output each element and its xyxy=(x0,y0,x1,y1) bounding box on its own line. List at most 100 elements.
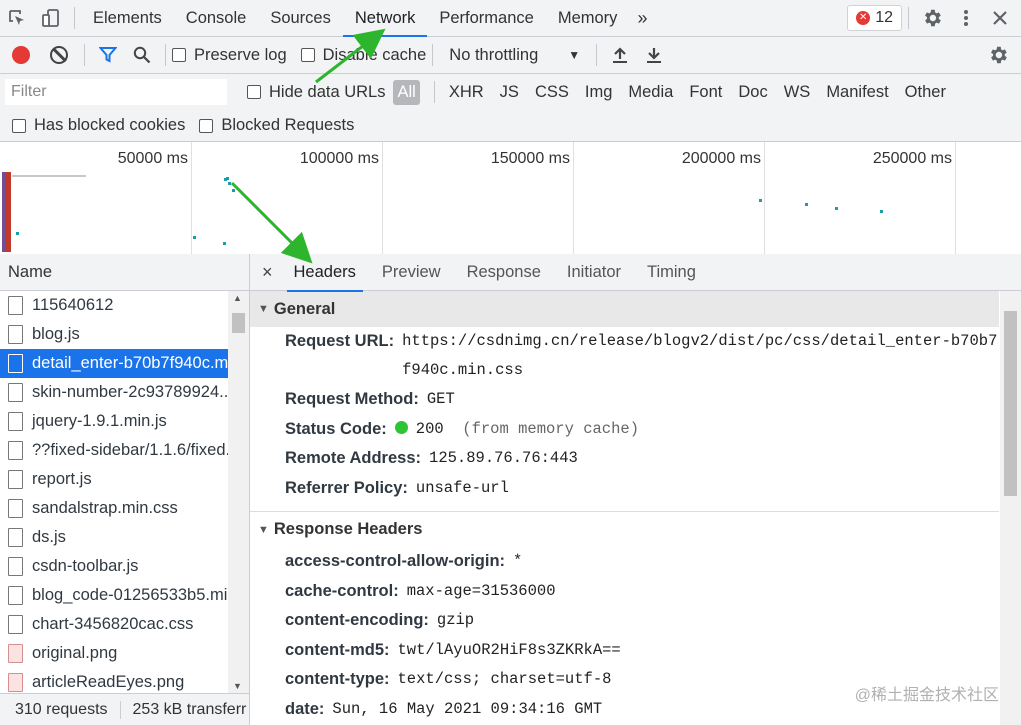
tab-sources[interactable]: Sources xyxy=(258,0,343,36)
filter-type-font[interactable]: Font xyxy=(681,83,730,102)
filter-type-img[interactable]: Img xyxy=(577,83,621,102)
detail-tab-initiator[interactable]: Initiator xyxy=(554,254,634,291)
response-headers-title: Response Headers xyxy=(273,520,423,538)
filter-type-xhr[interactable]: XHR xyxy=(441,83,492,102)
document-file-icon xyxy=(8,383,23,402)
more-tabs-button[interactable]: » xyxy=(629,8,655,29)
network-overview-timeline[interactable]: 50000 ms 100000 ms 150000 ms 200000 ms 25000… xyxy=(0,142,1021,255)
filter-type-css[interactable]: CSS xyxy=(527,83,577,102)
image-file-icon xyxy=(8,644,23,663)
name-column-header[interactable]: Name xyxy=(0,254,249,291)
response-headers-section-header[interactable]: ▼ Response Headers xyxy=(250,511,999,547)
network-settings-gear-icon[interactable] xyxy=(981,37,1015,73)
filter-type-media[interactable]: Media xyxy=(620,83,681,102)
request-row[interactable]: report.js xyxy=(0,465,229,494)
scroll-up-icon[interactable]: ▲ xyxy=(233,293,242,303)
filter-type-js[interactable]: JS xyxy=(492,83,527,102)
detail-tab-response[interactable]: Response xyxy=(454,254,554,291)
request-name: blog_code-01256533b5.mi xyxy=(32,586,228,604)
request-row[interactable]: ds.js xyxy=(0,523,229,552)
filter-type-ws[interactable]: WS xyxy=(776,83,819,102)
request-detail-pane: × Headers Preview Response Initiator Timing … xyxy=(250,254,1021,725)
detail-tab-timing[interactable]: Timing xyxy=(634,254,709,291)
scrollbar-thumb[interactable] xyxy=(1004,311,1017,496)
request-name: articleReadEyes.png xyxy=(32,673,185,691)
scroll-down-icon[interactable]: ▼ xyxy=(233,681,242,691)
close-devtools-icon[interactable] xyxy=(983,0,1017,36)
request-row[interactable]: 115640612 xyxy=(0,291,229,320)
response-header-value: Sun, 16 May 2021 09:34:16 GMT xyxy=(332,699,603,718)
request-name: csdn-toolbar.js xyxy=(32,557,139,575)
document-file-icon xyxy=(8,296,23,315)
throttling-value: No throttling xyxy=(449,45,539,64)
more-options-icon[interactable] xyxy=(949,0,983,36)
request-row[interactable]: sandalstrap.min.css xyxy=(0,494,229,523)
import-har-icon[interactable] xyxy=(603,37,637,73)
detail-tab-headers[interactable]: Headers xyxy=(281,254,369,292)
remote-address-row: Remote Address: 125.89.76.76:443 xyxy=(250,444,999,474)
request-method-row: Request Method: GET xyxy=(250,385,999,415)
remote-address-key: Remote Address: xyxy=(285,449,422,467)
device-toolbar-icon[interactable] xyxy=(34,0,68,36)
preserve-log-checkbox[interactable] xyxy=(172,48,186,62)
close-detail-icon[interactable]: × xyxy=(250,262,281,283)
filter-icon[interactable] xyxy=(91,37,125,73)
detail-tab-preview[interactable]: Preview xyxy=(369,254,454,291)
request-row[interactable]: detail_enter-b70b7f940c.m xyxy=(0,349,229,378)
request-row[interactable]: csdn-toolbar.js xyxy=(0,552,229,581)
document-file-icon xyxy=(8,412,23,431)
timeline-request-mark xyxy=(228,182,231,185)
filter-type-all[interactable]: All xyxy=(393,79,420,105)
clear-icon[interactable] xyxy=(50,46,68,64)
general-section-header[interactable]: ▼ General xyxy=(250,291,999,327)
tab-console[interactable]: Console xyxy=(174,0,259,36)
disable-cache-checkbox[interactable] xyxy=(300,48,315,62)
filter-type-other[interactable]: Other xyxy=(897,83,954,102)
request-name: ds.js xyxy=(32,528,66,546)
settings-gear-icon[interactable] xyxy=(915,0,949,36)
timeline-request-mark xyxy=(224,178,227,181)
request-row[interactable]: jquery-1.9.1.min.js xyxy=(0,407,229,436)
tab-elements[interactable]: Elements xyxy=(81,0,174,36)
request-name: chart-3456820cac.css xyxy=(32,615,194,633)
filter-input[interactable]: Filter xyxy=(5,79,227,105)
blocked-filter-bar: Has blocked cookies Blocked Requests xyxy=(0,110,1021,142)
request-row[interactable]: blog_code-01256533b5.mi xyxy=(0,581,229,610)
response-header-row: access-control-allow-origin: * xyxy=(250,547,999,577)
filter-type-doc[interactable]: Doc xyxy=(730,83,775,102)
response-header-value: twt/lAyuOR2HiF8s3ZKRkA== xyxy=(397,640,621,659)
throttling-select[interactable]: No throttling ▼ xyxy=(439,46,590,65)
search-icon[interactable] xyxy=(125,37,159,73)
blocked-requests-checkbox[interactable] xyxy=(199,118,214,133)
detail-scrollbar[interactable] xyxy=(1000,291,1021,725)
scrollbar-thumb[interactable] xyxy=(232,313,245,333)
toolbar-separator xyxy=(908,7,909,29)
request-row[interactable]: original.png xyxy=(0,639,229,668)
has-blocked-cookies-label: Has blocked cookies xyxy=(34,116,186,134)
hide-data-urls-checkbox[interactable] xyxy=(247,85,261,99)
filter-type-manifest[interactable]: Manifest xyxy=(818,83,896,102)
request-row[interactable]: ??fixed-sidebar/1.1.6/fixed. xyxy=(0,436,229,465)
has-blocked-cookies-checkbox[interactable] xyxy=(12,118,26,133)
tab-network[interactable]: Network xyxy=(342,0,428,37)
request-count: 310 requests xyxy=(0,700,121,719)
timeline-request-mark xyxy=(232,189,235,192)
timeline-tick-label: 200000 ms xyxy=(681,150,761,167)
response-header-value: max-age=31536000 xyxy=(406,581,556,600)
preserve-log-label: Preserve log xyxy=(194,45,287,64)
record-button[interactable] xyxy=(12,46,30,64)
network-toolbar: Preserve log Disable cache No throttling… xyxy=(0,37,1021,74)
request-row[interactable]: blog.js xyxy=(0,320,229,349)
request-row[interactable]: chart-3456820cac.css xyxy=(0,610,229,639)
export-har-icon[interactable] xyxy=(637,37,671,73)
timeline-request-mark xyxy=(759,199,762,202)
request-row[interactable]: skin-number-2c93789924.. xyxy=(0,378,229,407)
request-name: sandalstrap.min.css xyxy=(32,499,178,517)
error-count-badge[interactable]: ✕ 12 xyxy=(847,5,902,31)
document-file-icon xyxy=(8,615,23,634)
request-list-scrollbar[interactable]: ▲ ▼ xyxy=(228,291,249,693)
inspect-element-icon[interactable] xyxy=(0,0,34,36)
tab-performance[interactable]: Performance xyxy=(427,0,545,36)
tab-memory[interactable]: Memory xyxy=(546,0,630,36)
request-method-key: Request Method: xyxy=(285,390,419,408)
